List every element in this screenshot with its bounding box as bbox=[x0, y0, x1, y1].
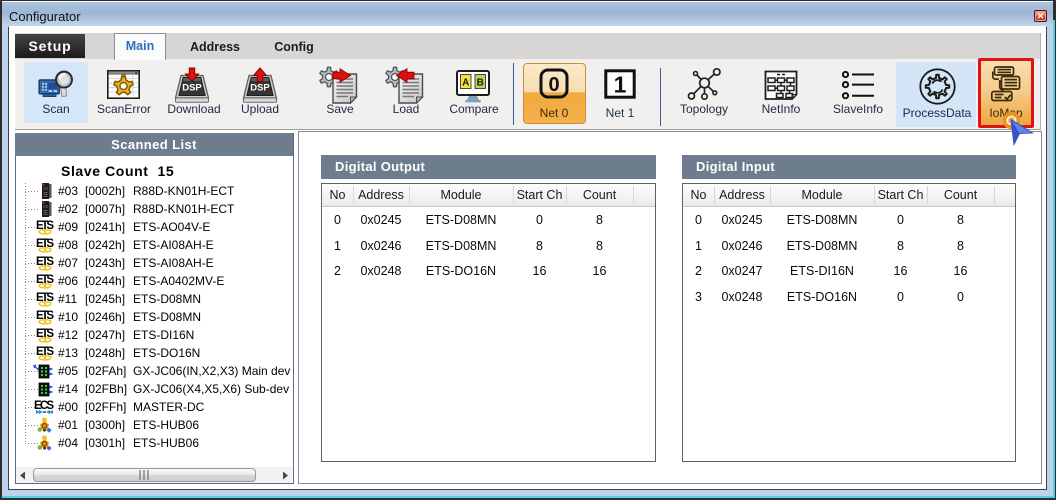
svg-text:ECS: ECS bbox=[34, 400, 54, 412]
svg-text:0: 0 bbox=[548, 74, 559, 96]
svg-text:A: A bbox=[462, 78, 469, 89]
svg-text:1: 1 bbox=[614, 72, 627, 98]
svg-text:DSP: DSP bbox=[182, 83, 202, 94]
svg-text:DSP: DSP bbox=[250, 83, 270, 94]
svg-text:B: B bbox=[477, 78, 484, 89]
